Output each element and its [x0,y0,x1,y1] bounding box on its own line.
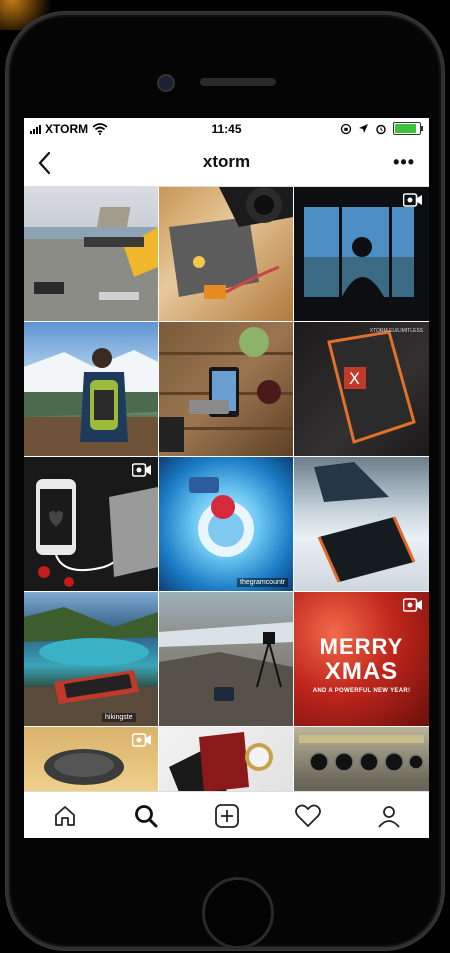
grid-post[interactable] [294,457,429,591]
tab-search[interactable] [126,796,166,836]
add-post-icon [214,803,239,828]
laptop-lakeside-image [24,207,158,321]
url-tag: XTORM.EU/LIMITLESS [369,328,423,334]
grid-post[interactable] [159,592,293,726]
grid-post[interactable] [24,322,158,456]
grid-post[interactable] [159,322,293,456]
earpiece-speaker [200,78,276,86]
powerbank-snow-image [314,462,416,583]
tab-profile[interactable] [369,796,409,836]
front-camera [157,74,175,92]
tiny-planet-image [189,477,254,557]
more-options-button[interactable]: ••• [393,152,415,173]
grid-post[interactable]: thegramcountr [159,457,293,591]
grid-post[interactable] [24,187,158,321]
tab-bar [24,791,429,838]
battery-indicator [393,122,423,135]
grid-post[interactable]: hikingste [24,592,158,726]
cockpit-panel-image [299,735,424,772]
grid-post[interactable] [24,727,158,791]
grid-post[interactable]: X XTORM.EU/LIMITLESS [294,322,429,456]
video-icon [132,733,151,747]
grid-post[interactable]: MERRY XMAS AND A POWERFUL NEW YEAR! [294,592,429,726]
tab-activity[interactable] [288,796,328,836]
grid-post[interactable] [294,727,429,791]
heart-icon [294,804,321,827]
phone-on-table-image [159,327,293,452]
search-icon [134,804,157,827]
app-screen: XTORM 11:45 xtorm ••• X XTORM.EU/LIMITLE… [24,118,429,838]
profile-icon [377,805,400,828]
iphone-charging-image [36,479,158,587]
grid-post[interactable] [159,727,293,791]
photo-grid: X XTORM.EU/LIMITLESS thegramcountr hikin… [24,187,429,791]
photo-credit: thegramcountr [237,578,289,587]
profile-header: xtorm ••• [24,140,429,187]
video-icon [403,193,422,207]
home-icon [54,805,75,826]
location-icon [359,124,368,133]
passport-watch-image [169,732,273,791]
grid-post[interactable] [24,457,158,591]
window-silhouette-image [304,207,414,297]
grid-post[interactable] [294,187,429,321]
grid-post[interactable] [159,187,293,321]
tab-add-post[interactable] [207,796,247,836]
svg-text:X: X [349,369,360,388]
alarm-icon [376,124,386,134]
rugged-powerbank-image: X [327,330,416,444]
xmas-greeting: MERRY XMAS AND A POWERFUL NEW YEAR! [312,634,411,695]
video-icon [403,598,422,612]
hiker-backpack-image [24,348,158,456]
video-icon [132,463,151,477]
photo-credit: hikingste [102,713,136,722]
home-button[interactable] [202,877,274,949]
battery-fill [395,124,416,133]
camera-powerbank-image [169,187,293,299]
rocks-tripod-image [159,622,293,726]
page-title: xtorm [202,152,251,171]
status-bar: XTORM 11:45 [24,118,429,140]
tab-home[interactable] [45,796,85,836]
lake-powerbank-image [24,607,158,726]
lock-rotation-icon [340,123,352,134]
